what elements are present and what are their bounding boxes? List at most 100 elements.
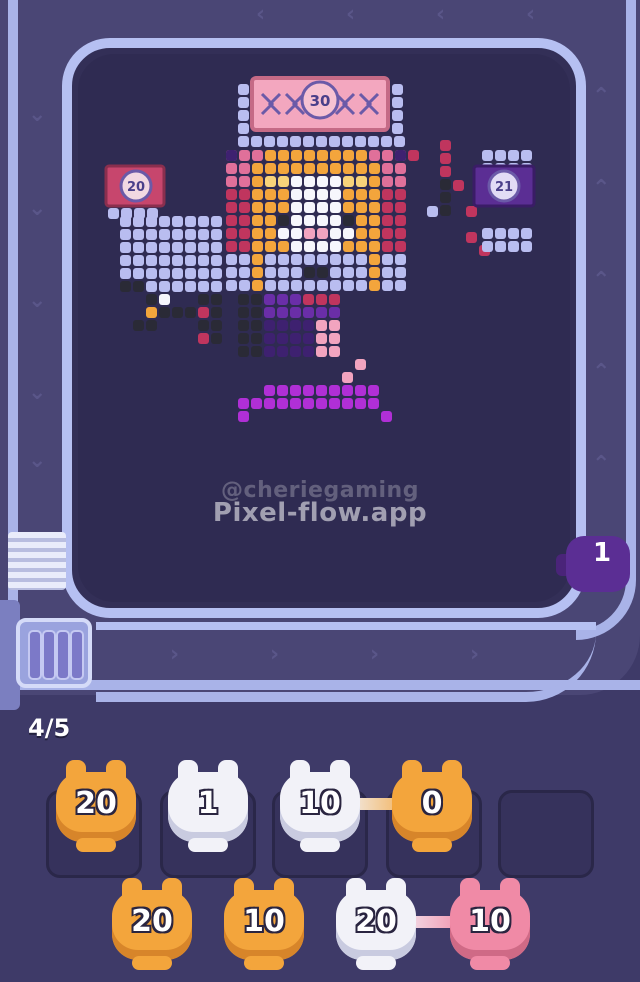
block-value: 1 [197, 786, 219, 821]
pixel-block [290, 398, 301, 409]
pixel-block [317, 228, 328, 239]
shooter-block-orange-linked[interactable]: 0 [390, 760, 474, 852]
pixel-block [329, 333, 340, 344]
pixel-block [316, 294, 327, 305]
pixel-block [264, 346, 275, 357]
pixel-block [330, 228, 341, 239]
pixel-block [316, 398, 327, 409]
pixel-block [382, 241, 393, 252]
pixel-block [440, 179, 451, 190]
pixel-block [369, 254, 380, 265]
pixel-block [343, 202, 354, 213]
left-target-value: 20 [127, 180, 145, 195]
pixel-block [265, 202, 276, 213]
pixel-block [291, 176, 302, 187]
pixel-block [278, 280, 289, 291]
pixel-block [316, 385, 327, 396]
pixel-block [453, 180, 464, 191]
pixel-block [304, 163, 315, 174]
chevron-down-icon: ⌄ [28, 448, 47, 473]
pixel-block [265, 176, 276, 187]
pixel-block [317, 267, 328, 278]
pixel-block [304, 202, 315, 213]
pixel-block [356, 267, 367, 278]
pixel-block [265, 267, 276, 278]
shooter-block-white[interactable]: 1 [166, 760, 250, 852]
pixel-block [521, 150, 532, 161]
pixel-block [304, 215, 315, 226]
pixel-block [252, 241, 263, 252]
pixel-block [440, 140, 451, 151]
shooter-ammo-count: 1 [592, 538, 612, 568]
pixel-block [291, 150, 302, 161]
pixel-block [265, 215, 276, 226]
reserve-block-orange[interactable]: 20 [110, 878, 194, 970]
pixel-block [211, 294, 222, 305]
chevron-right-icon: › [270, 642, 280, 667]
pixel-block [356, 215, 367, 226]
pixel-block [395, 163, 406, 174]
pixel-block [304, 280, 315, 291]
pixel-block [239, 176, 250, 187]
pixel-block [392, 84, 403, 95]
shooter-block-white-linked[interactable]: 10 [278, 760, 362, 852]
pixel-block [355, 359, 366, 370]
pixel-block [146, 281, 157, 292]
pixel-block [368, 385, 379, 396]
pixel-block [238, 136, 249, 147]
chevron-right-icon: › [470, 642, 480, 667]
pixel-block [330, 241, 341, 252]
pixel-block [482, 228, 493, 239]
queue-slot-empty[interactable] [498, 790, 594, 878]
spool-dispenser[interactable] [16, 618, 92, 688]
pixel-block [395, 189, 406, 200]
pixel-block [252, 163, 263, 174]
pixel-block [264, 398, 275, 409]
shooter-block-orange[interactable]: 20 [54, 760, 138, 852]
pixel-block [238, 110, 249, 121]
pixel-block [185, 229, 196, 240]
pixel-block [278, 215, 289, 226]
pixel-block [395, 254, 406, 265]
pixel-block [382, 215, 393, 226]
pixel-block [369, 228, 380, 239]
pixel-block [495, 228, 506, 239]
shooter-character[interactable]: 1 [556, 528, 632, 604]
pixel-block [381, 136, 392, 147]
pixel-block [251, 333, 262, 344]
pixel-block [265, 150, 276, 161]
pixel-block [251, 294, 262, 305]
spool [42, 630, 56, 680]
pixel-block [239, 189, 250, 200]
reserve-block-pink-linked[interactable]: 10 [448, 878, 532, 970]
pixel-block [252, 189, 263, 200]
pixel-block [291, 280, 302, 291]
pixel-block [251, 346, 262, 357]
pixel-block [329, 294, 340, 305]
pixel-block [277, 320, 288, 331]
pixel-block [303, 346, 314, 357]
pixel-block [172, 307, 183, 318]
pixel-block [356, 202, 367, 213]
pixel-block [121, 208, 132, 219]
pixel-block [277, 307, 288, 318]
pixel-block [108, 208, 119, 219]
pixel-block [185, 281, 196, 292]
pixel-block [304, 228, 315, 239]
pixel-block [172, 268, 183, 279]
pixel-block [211, 307, 222, 318]
reserve-block-white-linked[interactable]: 20 [334, 878, 418, 970]
pixel-block [159, 255, 170, 266]
pixel-block [382, 176, 393, 187]
pixel-block [252, 280, 263, 291]
pixel-block [521, 228, 532, 239]
pixel-block [303, 294, 314, 305]
pixel-block [291, 254, 302, 265]
pixel-block [159, 229, 170, 240]
block-value: 20 [131, 904, 173, 939]
pixel-block [239, 150, 250, 161]
reserve-block-orange[interactable]: 10 [222, 878, 306, 970]
pixel-block [356, 228, 367, 239]
pixel-block [211, 281, 222, 292]
pixel-block [185, 268, 196, 279]
